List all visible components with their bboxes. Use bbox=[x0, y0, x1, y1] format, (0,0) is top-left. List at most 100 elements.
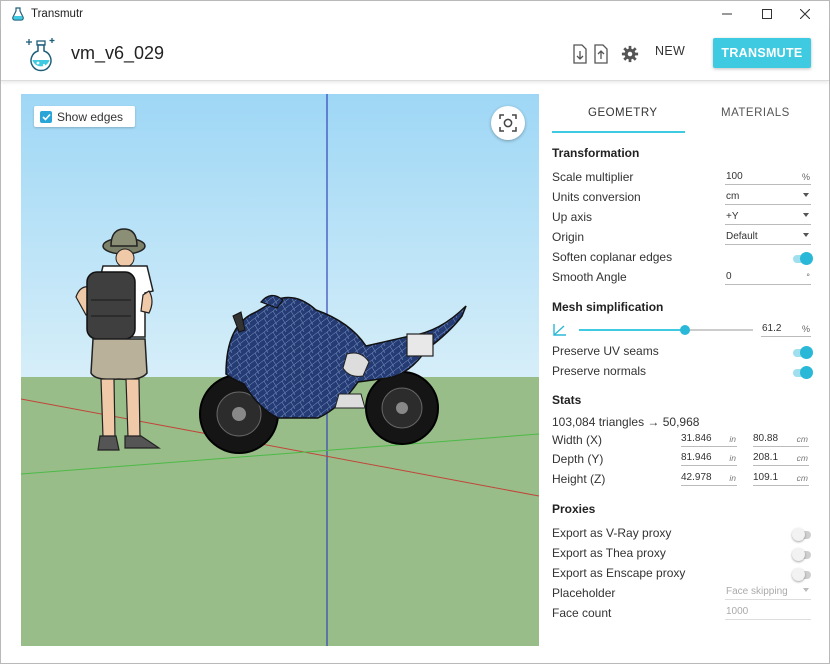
simplify-angle-icon bbox=[553, 324, 566, 336]
smooth-angle-label: Smooth Angle bbox=[552, 270, 627, 284]
depth-inches-field[interactable]: 81.946 in bbox=[681, 452, 737, 466]
close-icon bbox=[800, 9, 810, 19]
width-inches-value: 31.846 bbox=[681, 433, 712, 444]
depth-cm-value: 208.1 bbox=[753, 452, 779, 463]
minimize-button[interactable] bbox=[707, 1, 747, 27]
scale-multiplier-input[interactable]: 100 % bbox=[725, 171, 811, 185]
preserve-uv-toggle[interactable] bbox=[793, 346, 813, 359]
width-label: Width (X) bbox=[552, 433, 603, 447]
new-button[interactable]: NEW bbox=[655, 44, 685, 58]
units-conversion-select[interactable]: cm bbox=[725, 191, 811, 205]
width-cm-field[interactable]: 80.88 cm bbox=[753, 433, 809, 447]
preserve-normals-toggle[interactable] bbox=[793, 366, 813, 379]
proxies-heading: Proxies bbox=[552, 502, 596, 516]
face-count-input[interactable]: 1000 bbox=[725, 606, 811, 620]
active-tab-indicator bbox=[552, 131, 685, 133]
transformation-heading: Transformation bbox=[552, 146, 640, 160]
scale-percent-suffix: % bbox=[801, 172, 810, 182]
height-inches-value: 42.978 bbox=[681, 472, 712, 483]
panel-tabs: GEOMETRY MATERIALS bbox=[539, 94, 821, 134]
maximize-button[interactable] bbox=[747, 1, 787, 27]
placeholder-label: Placeholder bbox=[552, 586, 616, 600]
close-button[interactable] bbox=[785, 1, 825, 27]
stats-heading: Stats bbox=[552, 393, 582, 407]
preserve-uv-label: Preserve UV seams bbox=[552, 344, 659, 358]
show-edges-toggle[interactable]: Show edges bbox=[34, 106, 135, 127]
app-flask-icon bbox=[12, 7, 24, 21]
placeholder-dropdown-caret-icon bbox=[803, 588, 809, 592]
width-inches-field[interactable]: 31.846 in bbox=[681, 433, 737, 447]
depth-cm-field[interactable]: 208.1 cm bbox=[753, 452, 809, 466]
units-conversion-value: cm bbox=[726, 191, 740, 202]
face-count-value: 1000 bbox=[726, 606, 749, 617]
height-inches-field[interactable]: 42.978 in bbox=[681, 472, 737, 486]
thea-proxy-toggle[interactable] bbox=[792, 548, 811, 561]
inch-unit: in bbox=[729, 453, 736, 463]
app-header: vm_v6_029 NEW TRANSMUTE bbox=[1, 27, 829, 81]
soften-coplanar-label: Soften coplanar edges bbox=[552, 250, 673, 264]
file-name: vm_v6_029 bbox=[71, 43, 165, 63]
cm-unit: cm bbox=[796, 453, 808, 463]
thea-proxy-label: Export as Thea proxy bbox=[552, 546, 666, 560]
cm-unit: cm bbox=[796, 473, 808, 483]
cm-unit: cm bbox=[796, 434, 808, 444]
tab-geometry[interactable]: GEOMETRY bbox=[588, 107, 658, 119]
depth-label: Depth (Y) bbox=[552, 452, 604, 466]
height-cm-field[interactable]: 109.1 cm bbox=[753, 472, 809, 486]
scale-multiplier-label: Scale multiplier bbox=[552, 170, 634, 184]
up-axis-select[interactable]: +Y bbox=[725, 211, 811, 225]
simplification-percent-input[interactable]: 61.2 % bbox=[761, 323, 811, 337]
simplification-percent-suffix: % bbox=[801, 324, 810, 334]
scene-render bbox=[21, 94, 539, 646]
depth-inches-value: 81.946 bbox=[681, 452, 712, 463]
face-count-label: Face count bbox=[552, 606, 612, 620]
title-bar: Transmutr bbox=[1, 1, 829, 27]
maximize-icon bbox=[762, 9, 772, 19]
inch-unit: in bbox=[729, 434, 736, 444]
vray-proxy-label: Export as V-Ray proxy bbox=[552, 526, 672, 540]
smooth-angle-input[interactable]: 0 ° bbox=[725, 271, 811, 285]
settings-panel: GEOMETRY MATERIALS Transformation Scale … bbox=[539, 94, 821, 646]
window-title: Transmutr bbox=[31, 8, 83, 20]
preserve-normals-label: Preserve normals bbox=[552, 364, 647, 378]
checkmark-icon bbox=[41, 113, 51, 121]
enscape-proxy-label: Export as Enscape proxy bbox=[552, 566, 686, 580]
3d-viewport[interactable]: Show edges bbox=[21, 94, 539, 646]
triangle-count: 103,084 triangles → 50,968 bbox=[552, 415, 700, 429]
transmutr-logo-icon bbox=[26, 38, 55, 72]
transmute-button[interactable]: TRANSMUTE bbox=[713, 38, 811, 68]
show-edges-label: Show edges bbox=[57, 109, 124, 124]
scale-multiplier-value: 100 bbox=[726, 171, 743, 182]
vray-proxy-toggle[interactable] bbox=[792, 528, 811, 541]
mesh-simplification-heading: Mesh simplification bbox=[552, 300, 664, 314]
units-dropdown-caret-icon bbox=[803, 193, 809, 197]
app-window: Transmutr vm_v6_029 NEW TRANSMUTE Show e… bbox=[0, 0, 830, 664]
simplification-slider[interactable] bbox=[579, 325, 753, 335]
inch-unit: in bbox=[729, 473, 736, 483]
zoom-extents-icon bbox=[499, 114, 517, 132]
units-conversion-label: Units conversion bbox=[552, 190, 641, 204]
placeholder-select[interactable]: Face skipping bbox=[725, 586, 811, 600]
origin-label: Origin bbox=[552, 230, 585, 244]
zoom-extents-button[interactable] bbox=[491, 106, 525, 140]
height-cm-value: 109.1 bbox=[753, 472, 779, 483]
up-axis-label: Up axis bbox=[552, 210, 593, 224]
import-file-icon[interactable] bbox=[571, 44, 589, 64]
up-axis-value: +Y bbox=[726, 211, 739, 222]
soften-coplanar-toggle[interactable] bbox=[793, 252, 813, 265]
tab-materials[interactable]: MATERIALS bbox=[721, 107, 790, 119]
settings-gear-icon[interactable] bbox=[621, 44, 639, 64]
origin-value: Default bbox=[726, 231, 758, 242]
simplification-slider-handle[interactable] bbox=[680, 325, 691, 335]
simplification-percent-value: 61.2 bbox=[762, 323, 782, 334]
simplification-slider-fill bbox=[579, 329, 686, 331]
export-file-icon[interactable] bbox=[592, 44, 610, 64]
width-cm-value: 80.88 bbox=[753, 433, 779, 444]
origin-select[interactable]: Default bbox=[725, 231, 811, 245]
show-edges-checkbox[interactable] bbox=[40, 110, 52, 123]
up-axis-dropdown-caret-icon bbox=[803, 213, 809, 217]
enscape-proxy-toggle[interactable] bbox=[792, 568, 811, 581]
placeholder-value: Face skipping bbox=[726, 586, 788, 597]
minimize-icon bbox=[722, 13, 732, 15]
height-label: Height (Z) bbox=[552, 472, 606, 486]
